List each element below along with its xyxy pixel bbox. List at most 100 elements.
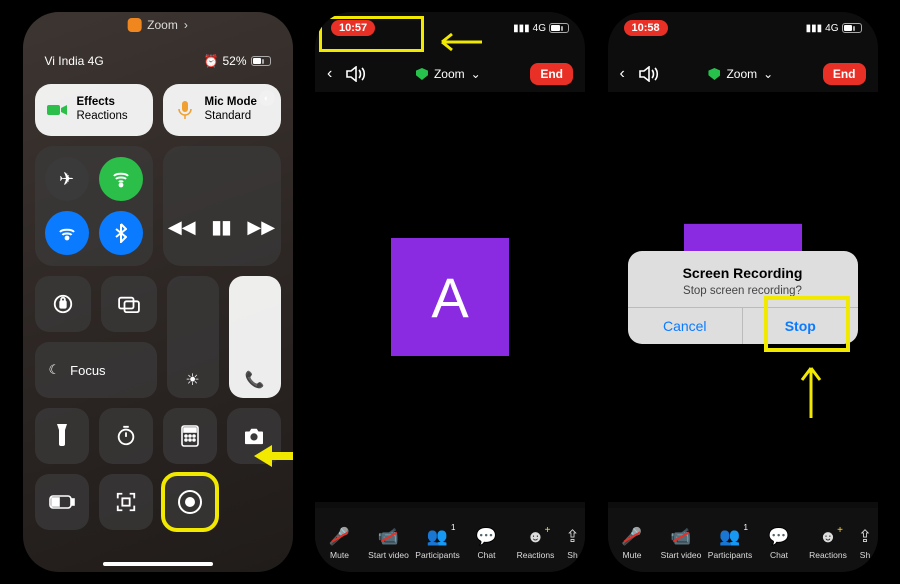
- effects-reactions-tile[interactable]: Effects Reactions: [35, 84, 153, 136]
- zoom-app-icon: [127, 18, 141, 32]
- end-call-button[interactable]: End: [823, 63, 866, 85]
- phone-stop-recording-alert: 10:58 ▮▮▮ 4G ‹ Zoom ⌄ End Screen Recordi…: [608, 12, 878, 572]
- chevron-down-icon: ⌄: [763, 67, 773, 81]
- alert-message: Stop screen recording?: [640, 285, 846, 297]
- reactions-icon: ☻: [527, 527, 545, 547]
- bluetooth-toggle[interactable]: [99, 211, 143, 255]
- brightness-slider[interactable]: ☀: [167, 276, 219, 398]
- zoom-nav-bar: ‹ Zoom ⌄ End: [608, 56, 878, 92]
- shield-icon: [708, 68, 720, 80]
- timer-button[interactable]: [99, 408, 153, 464]
- zoom-bottom-toolbar: 🎤 Mute 📹 Start video 1 👥 Participants 💬 …: [608, 508, 878, 572]
- phone-zoom-call-recording: 10:57 ▮▮▮ 4G ‹ Zoom ⌄ End A 🎤 Mute: [315, 12, 585, 572]
- back-icon[interactable]: ‹: [620, 65, 625, 83]
- share-button[interactable]: ⇪ Sh: [855, 527, 875, 560]
- share-button[interactable]: ⇪ Sh: [563, 527, 583, 560]
- end-call-button[interactable]: End: [530, 63, 573, 85]
- mic-muted-icon: 🎤: [621, 527, 642, 547]
- camera-button[interactable]: [227, 408, 281, 464]
- signal-icon: ▮▮▮: [806, 23, 823, 34]
- reactions-button[interactable]: ☻ Reactions: [806, 527, 850, 560]
- recording-time-pill[interactable]: 10:58: [624, 20, 668, 36]
- participants-button[interactable]: 1 👥 Participants: [416, 527, 460, 560]
- low-power-mode-toggle[interactable]: [35, 474, 89, 530]
- sun-icon: ☀: [185, 370, 199, 390]
- orientation-lock-toggle[interactable]: [35, 276, 91, 332]
- recording-time-pill[interactable]: 10:57: [331, 20, 375, 36]
- participants-count: 1: [744, 523, 748, 532]
- start-video-button[interactable]: 📹 Start video: [367, 527, 411, 560]
- chat-button[interactable]: 💬 Chat: [465, 527, 509, 560]
- network-label: 4G: [533, 23, 546, 34]
- call-video-area: A: [315, 92, 585, 502]
- status-bar: Vi India 4G ⏰ 52%: [23, 54, 293, 68]
- share-icon: ⇪: [565, 527, 579, 547]
- mute-button[interactable]: 🎤 Mute: [610, 527, 654, 560]
- airplane-mode-toggle[interactable]: ✈: [45, 157, 89, 201]
- chevron-right-icon: ›: [184, 18, 188, 32]
- speaker-icon[interactable]: [639, 66, 659, 82]
- screen-recording-alert: Screen Recording Stop screen recording? …: [628, 251, 858, 344]
- home-indicator[interactable]: [103, 562, 213, 566]
- forward-icon[interactable]: ▶▶: [247, 217, 275, 238]
- chevron-down-icon: ⌄: [471, 67, 481, 81]
- phone-control-center: Zoom › Vi India 4G ⏰ 52% Effects Reactio…: [23, 12, 293, 572]
- chat-icon: 💬: [768, 527, 789, 547]
- zoom-title[interactable]: Zoom ⌄: [416, 67, 481, 81]
- status-bar: 10:57 ▮▮▮ 4G: [315, 20, 585, 36]
- back-to-app-pill[interactable]: Zoom ›: [127, 18, 188, 32]
- zoom-bottom-toolbar: 🎤 Mute 📹 Start video 1 👥 Participants 💬 …: [315, 508, 585, 572]
- focus-tile[interactable]: ☾ Focus: [35, 342, 157, 398]
- volume-slider[interactable]: 📞: [229, 276, 281, 398]
- video-off-icon: 📹: [378, 527, 399, 547]
- zoom-title[interactable]: Zoom ⌄: [708, 67, 773, 81]
- wifi-toggle[interactable]: [45, 211, 89, 255]
- cellular-data-toggle[interactable]: [99, 157, 143, 201]
- phone-icon: 📞: [245, 370, 265, 390]
- mic-muted-icon: 🎤: [329, 527, 350, 547]
- screen-mirroring-button[interactable]: [101, 276, 157, 332]
- moon-icon: ☾: [49, 362, 61, 378]
- mute-button[interactable]: 🎤 Mute: [318, 527, 362, 560]
- cancel-button[interactable]: Cancel: [628, 308, 743, 344]
- screen-record-button[interactable]: [163, 474, 217, 530]
- shield-icon: [416, 68, 428, 80]
- battery-icon: [251, 56, 271, 66]
- media-controls-module[interactable]: ◐ ◀◀ ▮▮ ▶▶: [163, 146, 281, 266]
- participants-button[interactable]: 1 👥 Participants: [708, 527, 752, 560]
- signal-icon: ▮▮▮: [513, 23, 530, 34]
- airplay-icon[interactable]: ◐: [259, 90, 275, 106]
- alert-title: Screen Recording: [640, 265, 846, 281]
- battery-icon: [549, 23, 569, 33]
- back-to-app-label: Zoom: [147, 18, 178, 32]
- back-icon[interactable]: ‹: [327, 65, 332, 83]
- qr-scanner-button[interactable]: [99, 474, 153, 530]
- rewind-icon[interactable]: ◀◀: [168, 217, 196, 238]
- battery-percent: 52%: [222, 54, 246, 68]
- start-video-button[interactable]: 📹 Start video: [659, 527, 703, 560]
- call-video-area: Screen Recording Stop screen recording? …: [608, 92, 878, 502]
- video-effects-icon: [45, 98, 69, 122]
- speaker-icon[interactable]: [346, 66, 366, 82]
- mic-icon: [173, 98, 197, 122]
- chat-button[interactable]: 💬 Chat: [757, 527, 801, 560]
- network-label: 4G: [825, 23, 838, 34]
- flashlight-button[interactable]: [35, 408, 89, 464]
- reactions-button[interactable]: ☻ Reactions: [514, 527, 558, 560]
- chat-icon: 💬: [476, 527, 497, 547]
- participants-icon: 👥: [719, 527, 740, 547]
- alarm-icon: ⏰: [204, 54, 219, 68]
- zoom-nav-bar: ‹ Zoom ⌄ End: [315, 56, 585, 92]
- pause-icon[interactable]: ▮▮: [212, 217, 232, 238]
- participant-avatar: A: [391, 238, 509, 356]
- participants-icon: 👥: [427, 527, 448, 547]
- focus-label: Focus: [70, 363, 105, 378]
- participants-count: 1: [451, 523, 455, 532]
- calculator-button[interactable]: [163, 408, 217, 464]
- status-bar: 10:58 ▮▮▮ 4G: [608, 20, 878, 36]
- connectivity-module[interactable]: ✈: [35, 146, 153, 266]
- stop-button[interactable]: Stop: [742, 308, 858, 344]
- battery-icon: [842, 23, 862, 33]
- video-off-icon: 📹: [670, 527, 691, 547]
- share-icon: ⇪: [858, 527, 872, 547]
